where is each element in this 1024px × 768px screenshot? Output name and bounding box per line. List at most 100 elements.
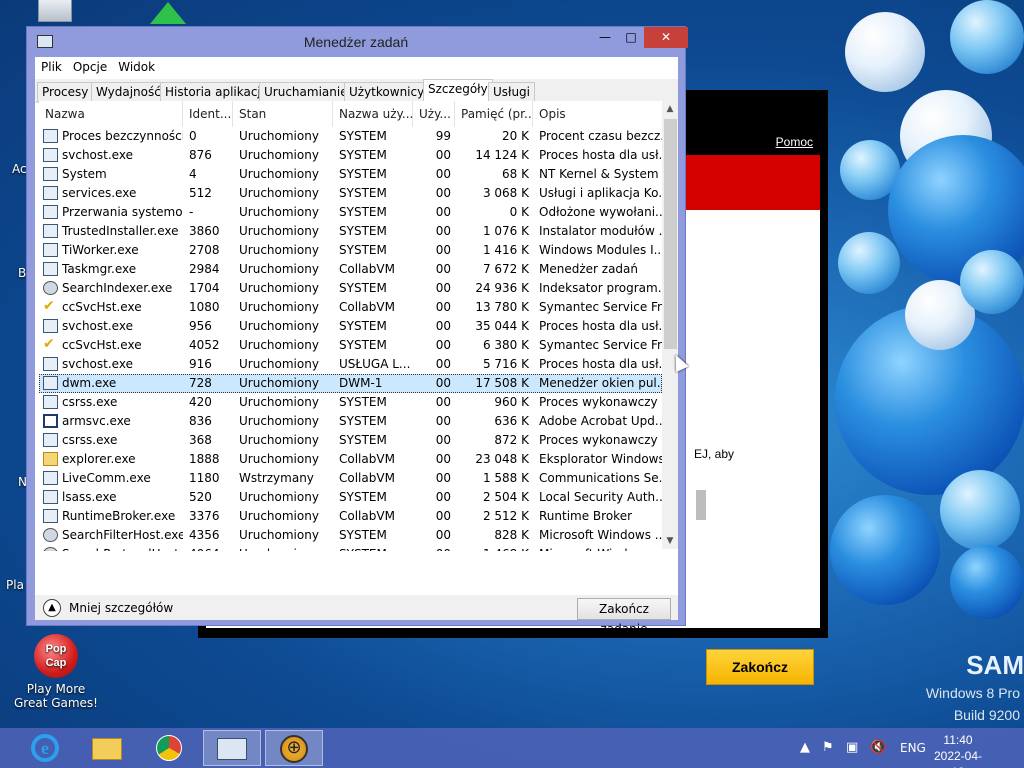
taskbar-task-manager[interactable] xyxy=(203,730,261,766)
tab-startup[interactable]: Uruchamianie xyxy=(259,82,353,102)
chevron-up-icon[interactable]: ▲ xyxy=(43,599,61,617)
tab-users[interactable]: Użytkownicy xyxy=(344,82,430,102)
cell-status: Uruchomiony xyxy=(239,452,319,466)
menu-options[interactable]: Opcje xyxy=(67,57,112,74)
column-status[interactable]: Stan xyxy=(233,101,333,127)
table-row[interactable]: lsass.exe 520 Uruchomiony SYSTEM 00 2 504 K Lo… xyxy=(39,488,662,507)
end-task-button[interactable]: Zakończ zadanie xyxy=(577,598,671,636)
column-cpu[interactable]: Uży... xyxy=(413,101,455,127)
table-row[interactable]: explorer.exe 1888 Uruchomiony CollabVM 00 23 … xyxy=(39,450,662,469)
cell-desc: Procent czasu bezcz... xyxy=(539,129,662,143)
column-memory[interactable]: Pamięć (pr... xyxy=(455,101,533,127)
table-row[interactable]: SearchProtocolHost...4064UruchomionySYST… xyxy=(39,545,662,551)
popcap-desktop-icon[interactable]: Pop Cap Play More Great Games! xyxy=(10,634,102,710)
volume-muted-icon[interactable]: 🔇 xyxy=(870,740,886,755)
table-row[interactable]: SearchIndexer.exe 1704 Uruchomiony SYSTEM 00… xyxy=(39,279,662,298)
cell-pid: 4356 xyxy=(189,528,220,542)
cell-status: Uruchomiony xyxy=(233,545,333,551)
minimize-button[interactable]: — xyxy=(592,27,618,48)
tab-app-history[interactable]: Historia aplikacji xyxy=(160,82,270,102)
column-user[interactable]: Nazwa uży... xyxy=(333,101,413,127)
cell-mem: 1 416 K xyxy=(482,243,529,257)
table-row[interactable]: Proces bezczynności... 0 Uruchomiony SYSTEM… xyxy=(39,127,662,146)
cell-user: CollabVM xyxy=(339,452,395,466)
cell-desc: Symantec Service Fr... xyxy=(539,338,662,352)
popcap-label: Play More Great Games! xyxy=(13,682,98,710)
table-row[interactable]: ✔ ccSvcHst.exe 1080 Uruchomiony CollabVM 00 13… xyxy=(39,298,662,317)
cell-mem: 1 468 K xyxy=(455,545,533,551)
menu-file[interactable]: Plik xyxy=(35,57,67,74)
cell-desc: Communications Se... xyxy=(539,471,662,485)
cell-name: csrss.exe xyxy=(62,433,118,447)
table-row[interactable]: csrss.exe 368 Uruchomiony SYSTEM 00 872 K Proc… xyxy=(39,431,662,450)
vertical-scrollbar[interactable]: ▲ ▼ xyxy=(662,101,678,549)
tab-processes[interactable]: Procesy xyxy=(37,82,94,102)
column-description[interactable]: Opis xyxy=(533,101,662,127)
table-row[interactable]: LiveComm.exe 1180 Wstrzymany CollabVM 00 1 58… xyxy=(39,469,662,488)
cell-mem: 6 380 K xyxy=(482,338,529,352)
cell-desc: Microsoft Windows ... xyxy=(533,545,662,551)
table-row[interactable]: RuntimeBroker.exe 3376 Uruchomiony CollabVM… xyxy=(39,507,662,526)
table-row[interactable]: dwm.exe 728 Uruchomiony DWM-1 00 17 508 K Mene… xyxy=(39,374,662,393)
close-button[interactable]: ✕ xyxy=(644,27,688,48)
cell-pid: 2984 xyxy=(189,262,220,276)
upload-arrow-icon[interactable] xyxy=(150,2,186,24)
cell-pid: 520 xyxy=(189,490,212,504)
help-link[interactable]: Pomoc xyxy=(776,135,813,149)
cell-desc: Adobe Acrobat Upd... xyxy=(539,414,662,428)
cell-cpu: 00 xyxy=(435,414,451,428)
fewer-details-link[interactable]: Mniej szczegółów xyxy=(69,601,173,615)
recycle-bin-icon[interactable] xyxy=(38,0,72,22)
cell-cpu: 00 xyxy=(435,205,451,219)
column-pid[interactable]: Ident... xyxy=(183,101,233,127)
end-button[interactable]: Zakończ xyxy=(706,649,814,685)
table-row[interactable]: armsvc.exe 836 Uruchomiony SYSTEM 00 636 K Ado… xyxy=(39,412,662,431)
cell-mem: 5 716 K xyxy=(482,357,529,371)
desktop-icon-label[interactable]: Pla xyxy=(6,578,24,592)
table-row[interactable]: services.exe 512 Uruchomiony SYSTEM 00 3 068 … xyxy=(39,184,662,203)
scroll-thumb[interactable] xyxy=(664,119,677,349)
cell-mem: 7 672 K xyxy=(482,262,529,276)
title-bar[interactable]: Menedżer zadań — □ ✕ xyxy=(27,27,688,57)
table-row[interactable]: SearchFilterHost.exe 4356 Uruchomiony SYSTE… xyxy=(39,526,662,545)
action-center-flag-icon[interactable]: ⚑ xyxy=(822,740,834,755)
table-row[interactable]: ✔ ccSvcHst.exe 4052 Uruchomiony SYSTEM 00 6 38… xyxy=(39,336,662,355)
cell-pid: 1704 xyxy=(189,281,220,295)
desktop-icon-label[interactable]: B xyxy=(18,266,26,280)
cell-mem: 2 512 K xyxy=(482,509,529,523)
cell-status: Uruchomiony xyxy=(239,490,319,504)
table-row[interactable]: TrustedInstaller.exe 3860 Uruchomiony SYSTE… xyxy=(39,222,662,241)
menu-view[interactable]: Widok xyxy=(112,57,160,74)
table-row[interactable]: svchost.exe 956 Uruchomiony SYSTEM 00 35 044 … xyxy=(39,317,662,336)
taskbar-chrome[interactable] xyxy=(140,730,198,766)
table-row[interactable]: svchost.exe 876 Uruchomiony SYSTEM 00 14 124 … xyxy=(39,146,662,165)
taskbar-file-explorer[interactable] xyxy=(78,730,136,766)
cell-user: CollabVM xyxy=(339,300,395,314)
taskbar-internet-explorer[interactable]: e xyxy=(16,730,74,766)
tab-performance[interactable]: Wydajność xyxy=(91,82,166,102)
table-row[interactable]: System 4 Uruchomiony SYSTEM 00 68 K NT Kernel … xyxy=(39,165,662,184)
taskbar-network-app[interactable]: ⊕ xyxy=(265,730,323,766)
language-indicator[interactable]: ENG xyxy=(900,741,926,755)
cell-status: Uruchomiony xyxy=(239,509,319,523)
cell-status: Uruchomiony xyxy=(239,224,319,238)
maximize-button[interactable]: □ xyxy=(618,27,644,48)
table-row[interactable]: Przerwania systemowe- Uruchomiony SYSTEM 00… xyxy=(39,203,662,222)
cell-name: TrustedInstaller.exe xyxy=(62,224,179,238)
network-icon[interactable]: ▣ xyxy=(846,740,858,755)
table-row[interactable]: Taskmgr.exe 2984 Uruchomiony CollabVM 00 7 67… xyxy=(39,260,662,279)
cell-cpu: 00 xyxy=(435,509,451,523)
tab-services[interactable]: Usługi xyxy=(488,82,536,102)
show-hidden-icons-icon[interactable]: ▲ xyxy=(800,740,810,755)
column-name[interactable]: Nazwa xyxy=(39,101,183,127)
table-row[interactable]: svchost.exe 916 Uruchomiony USŁUGA L... 00 5 … xyxy=(39,355,662,374)
scroll-down-arrow-icon[interactable]: ▼ xyxy=(662,533,678,549)
cell-cpu: 00 xyxy=(435,490,451,504)
wallpaper-ball xyxy=(940,470,1020,550)
table-row[interactable]: csrss.exe 420 Uruchomiony SYSTEM 00 960 K Proc… xyxy=(39,393,662,412)
desktop-icon-label[interactable]: Ac xyxy=(12,162,27,176)
cell-name: armsvc.exe xyxy=(62,414,131,428)
table-row[interactable]: TiWorker.exe 2708 Uruchomiony SYSTEM 00 1 416… xyxy=(39,241,662,260)
clock[interactable]: 11:40 2022-04-13 xyxy=(928,732,988,768)
scroll-up-arrow-icon[interactable]: ▲ xyxy=(662,101,678,117)
